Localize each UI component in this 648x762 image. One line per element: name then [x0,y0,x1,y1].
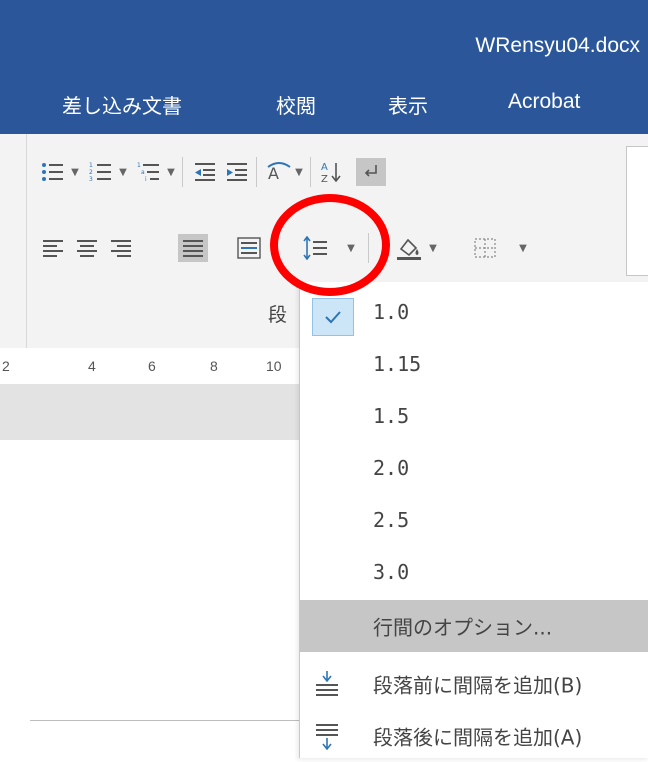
add-space-before-item[interactable]: 段落前に間隔を追加(B) [300,658,648,710]
menu-item-label: 1.15 [373,352,422,376]
distributed-icon [237,237,261,259]
group-divider [0,134,27,348]
svg-text:a: a [141,169,145,176]
toolbar-separator [182,157,183,187]
svg-text:Z: Z [321,174,328,184]
tab-view[interactable]: 表示 [388,90,428,119]
menu-item-2-0[interactable]: 2.0 [300,442,648,494]
toolbar-separator [310,157,311,187]
svg-text:3: 3 [89,176,93,183]
increase-indent-button[interactable] [222,158,252,186]
menu-item-label: 3.0 [373,560,410,584]
selected-indicator [312,298,354,336]
justify-button[interactable] [178,234,208,262]
menu-item-label: 段落後に間隔を追加(A) [373,725,583,750]
toolbar-separator [256,157,257,187]
bullets-button[interactable] [38,158,68,186]
line-spacing-icon [303,236,327,260]
ruler-tick-label: 8 [210,358,218,374]
align-left-button[interactable] [38,234,68,262]
asian-layout-icon: A [267,162,291,183]
borders-button[interactable] [470,234,500,262]
tab-mailings[interactable]: 差し込み文書 [62,90,182,119]
line-spacing-menu: 1.0 1.15 1.5 2.0 2.5 3.0 行間のオプション... 段落前… [299,282,648,758]
show-marks-icon [364,165,377,177]
justify-icon [183,240,203,257]
page-edge [30,720,300,721]
align-right-icon [111,240,131,257]
menu-item-2-5[interactable]: 2.5 [300,494,648,546]
menu-item-label: 1.5 [373,404,410,428]
tab-review[interactable]: 校閲 [276,90,316,119]
line-spacing-button[interactable] [300,234,330,262]
line-spacing-dropdown[interactable]: ▼ [346,234,356,262]
align-right-button[interactable] [106,234,136,262]
line-spacing-options-item[interactable]: 行間のオプション... [300,600,648,652]
svg-text:1: 1 [89,162,93,169]
ruler-tick-label: 10 [266,358,282,374]
checkmark-icon [325,311,341,324]
asian-layout-dropdown[interactable]: ▼ [294,158,304,186]
numbering-button[interactable]: 1 2 3 [86,158,116,186]
borders-icon [474,238,496,258]
space-before-icon [316,671,338,696]
numbering-icon: 1 2 3 [89,162,111,183]
shading-icon [397,238,421,260]
menu-item-3-0[interactable]: 3.0 [300,546,648,598]
document-title: WRensyu04.docx [475,34,640,57]
distributed-button[interactable] [234,234,264,262]
svg-text:2: 2 [89,169,93,176]
svg-text:1: 1 [137,162,141,169]
menu-item-label: 1.0 [373,300,410,324]
space-after-icon [316,724,338,750]
align-left-icon [43,240,63,257]
ribbon-tab-bar: 差し込み文書 校閲 表示 Acrobat [0,68,648,134]
increase-indent-icon [227,163,247,181]
svg-text:A: A [321,162,328,173]
multilevel-list-dropdown[interactable]: ▼ [166,158,176,186]
styles-gallery[interactable] [626,146,648,276]
menu-item-1-0[interactable]: 1.0 [300,286,648,338]
menu-item-1-15[interactable]: 1.15 [300,338,648,390]
toolbar-separator [368,233,369,263]
add-space-after-item[interactable]: 段落後に間隔を追加(A) [300,710,648,762]
align-center-icon [77,240,97,257]
bullets-dropdown[interactable]: ▼ [70,158,80,186]
sort-icon: A Z [321,162,341,184]
sort-button[interactable]: A Z [316,158,346,186]
multilevel-list-button[interactable]: 1 a i [134,158,164,186]
shading-button[interactable] [394,234,424,262]
shading-dropdown[interactable]: ▼ [428,234,438,262]
menu-item-label: 2.0 [373,456,410,480]
decrease-indent-icon [195,163,215,181]
menu-item-label: 2.5 [373,508,410,532]
menu-item-1-5[interactable]: 1.5 [300,390,648,442]
borders-dropdown[interactable]: ▼ [518,234,528,262]
bullets-icon [42,163,63,181]
title-bar: WRensyu04.docx [0,0,648,68]
tab-acrobat[interactable]: Acrobat [508,90,580,114]
ruler-tick-label: 6 [148,358,156,374]
menu-item-label: 行間のオプション... [373,615,553,640]
decrease-indent-button[interactable] [190,158,220,186]
numbering-dropdown[interactable]: ▼ [118,158,128,186]
align-center-button[interactable] [72,234,102,262]
asian-layout-button[interactable]: A [264,158,294,186]
menu-item-label: 段落前に間隔を追加(B) [373,673,583,698]
ruler-tick-label: 2 [2,358,10,374]
multilevel-list-icon: 1 a i [137,162,159,183]
show-marks-button[interactable] [356,158,386,186]
ruler-tick-label: 4 [88,358,96,374]
svg-text:i: i [145,176,147,183]
paragraph-group-label: 段 [268,304,288,326]
